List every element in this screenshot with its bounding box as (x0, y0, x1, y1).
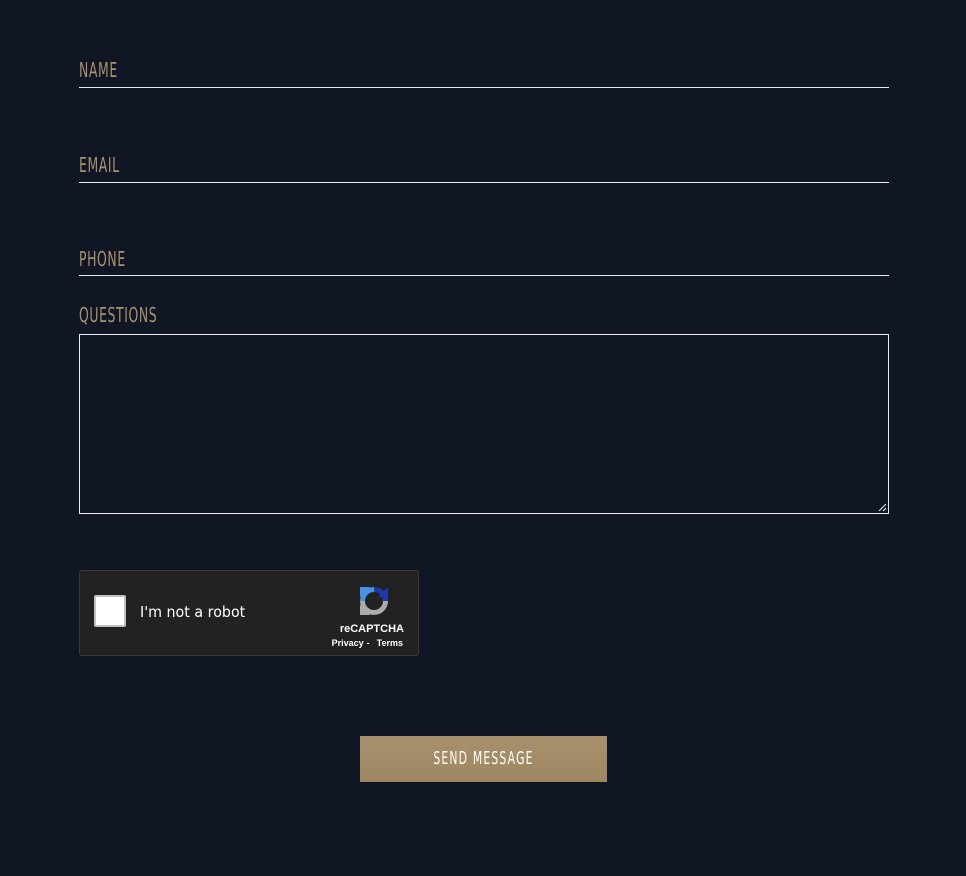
link-separator: - (366, 638, 370, 648)
email-field[interactable]: EMAIL (79, 152, 889, 183)
name-underline (79, 87, 889, 88)
resize-handle-icon[interactable] (877, 502, 887, 512)
recaptcha-links: Privacy - Terms (332, 637, 403, 649)
name-input[interactable] (79, 57, 889, 87)
recaptcha-checkbox[interactable] (94, 595, 126, 627)
send-message-label: SEND MESSAGE (433, 748, 534, 769)
questions-label: QUESTIONS (79, 303, 158, 327)
phone-field[interactable]: PHONE (79, 246, 889, 277)
send-message-button[interactable]: SEND MESSAGE (360, 736, 607, 782)
questions-textarea[interactable] (79, 334, 889, 514)
privacy-link[interactable]: Privacy (332, 637, 364, 649)
phone-underline (79, 275, 889, 276)
recaptcha-logo-icon (360, 587, 388, 615)
recaptcha-widget: I'm not a robot reCAPTCHA Privacy - Terms (79, 570, 419, 656)
recaptcha-brand: reCAPTCHA (339, 623, 404, 635)
email-input[interactable] (79, 152, 889, 182)
email-underline (79, 182, 889, 183)
phone-input[interactable] (79, 246, 889, 276)
recaptcha-label: I'm not a robot (140, 603, 246, 621)
terms-link[interactable]: Terms (377, 637, 403, 649)
name-field[interactable]: NAME (79, 57, 889, 88)
